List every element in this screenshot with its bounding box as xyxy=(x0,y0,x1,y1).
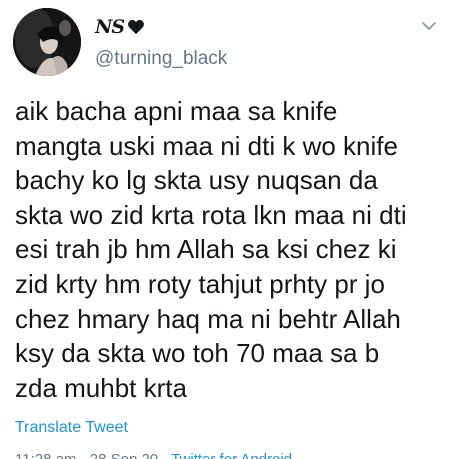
profile-photo-icon xyxy=(13,8,81,76)
tweet-text: aik bacha apni maa sa knife mangta uski … xyxy=(15,96,407,403)
tweet-source[interactable]: Twitter for Android xyxy=(171,451,292,459)
tweet-card: NS @turning_black aik bacha apni maa sa … xyxy=(0,0,450,459)
tweet-meta: 11:28 am · 28 Sep 20 · Twitter for Andro… xyxy=(15,451,292,459)
translate-tweet-link[interactable]: Translate Tweet xyxy=(15,419,128,437)
chevron-down-icon[interactable] xyxy=(421,18,437,34)
heart-icon xyxy=(128,20,144,35)
display-name[interactable]: NS xyxy=(95,16,125,38)
tweet-timestamp[interactable]: 11:28 am · 28 Sep 20 · xyxy=(15,451,171,459)
author-name-row[interactable]: NS xyxy=(95,14,145,40)
avatar[interactable] xyxy=(13,8,81,76)
author-handle[interactable]: @turning_black xyxy=(95,48,227,70)
